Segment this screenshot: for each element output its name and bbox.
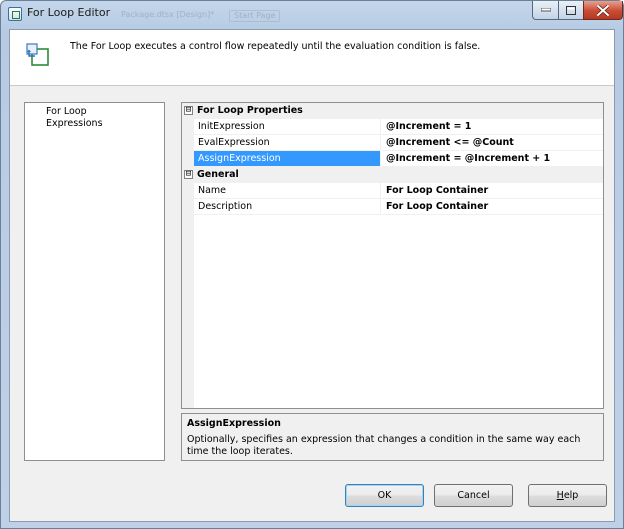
property-grid: ⊟ For Loop Properties InitExpression @In… [181, 102, 604, 409]
maximize-icon [566, 5, 576, 15]
property-row-evalexpression[interactable]: EvalExpression @Increment <= @Count [182, 135, 603, 151]
for-loop-container-icon [26, 43, 49, 66]
property-value[interactable]: For Loop Container [382, 183, 603, 199]
property-row-assignexpression[interactable]: AssignExpression @Increment = @Increment… [182, 151, 603, 167]
header-description: The For Loop executes a control flow rep… [70, 41, 481, 52]
nav-item-expressions[interactable]: Expressions [46, 118, 103, 130]
ok-button[interactable]: OK [345, 484, 424, 507]
dialog-window: For Loop Editor Package.dtsx [Design]* S… [0, 0, 624, 529]
nav-item-for-loop[interactable]: For Loop [46, 106, 87, 118]
collapse-icon[interactable]: ⊟ [184, 106, 193, 115]
description-title: AssignExpression [187, 418, 281, 429]
property-row-initexpression[interactable]: InitExpression @Increment = 1 [182, 119, 603, 135]
background-tab: Package.dtsx [Design]* [121, 10, 215, 19]
category-label: For Loop Properties [197, 105, 303, 116]
dialog-header: The For Loop executes a control flow rep… [10, 30, 614, 86]
property-name[interactable]: Name [194, 183, 381, 199]
property-value[interactable]: For Loop Container [382, 199, 603, 215]
property-name-selected[interactable]: AssignExpression [194, 151, 381, 167]
minimize-button[interactable] [532, 1, 559, 20]
collapse-icon[interactable]: ⊟ [184, 170, 193, 179]
property-value[interactable]: @Increment = 1 [382, 119, 603, 135]
property-value[interactable]: @Increment <= @Count [382, 135, 603, 151]
property-description-panel: AssignExpression Optionally, specifies a… [181, 413, 604, 461]
background-tab: Start Page [229, 10, 281, 22]
description-body: Optionally, specifies an expression that… [187, 434, 581, 457]
maximize-button[interactable] [558, 1, 584, 20]
minimize-icon [540, 8, 551, 12]
close-button[interactable] [583, 1, 623, 20]
dialog-client-area: The For Loop executes a control flow rep… [9, 29, 615, 522]
category-for-loop-properties: ⊟ For Loop Properties [182, 103, 603, 119]
property-name[interactable]: Description [194, 199, 381, 215]
close-icon [597, 4, 609, 16]
window-title: For Loop Editor [27, 6, 111, 19]
category-label: General [197, 169, 239, 180]
property-row-description[interactable]: Description For Loop Container [182, 199, 603, 215]
category-general: ⊟ General [182, 167, 603, 183]
property-row-name[interactable]: Name For Loop Container [182, 183, 603, 199]
property-name[interactable]: InitExpression [194, 119, 381, 135]
for-loop-icon [8, 7, 22, 21]
property-value[interactable]: @Increment = @Increment + 1 [382, 151, 603, 167]
title-bar[interactable]: For Loop Editor Package.dtsx [Design]* S… [1, 1, 623, 29]
page-list: For Loop Expressions [24, 102, 165, 461]
property-name[interactable]: EvalExpression [194, 135, 381, 151]
cancel-button[interactable]: Cancel [434, 484, 513, 507]
help-button[interactable]: Help [528, 484, 607, 507]
